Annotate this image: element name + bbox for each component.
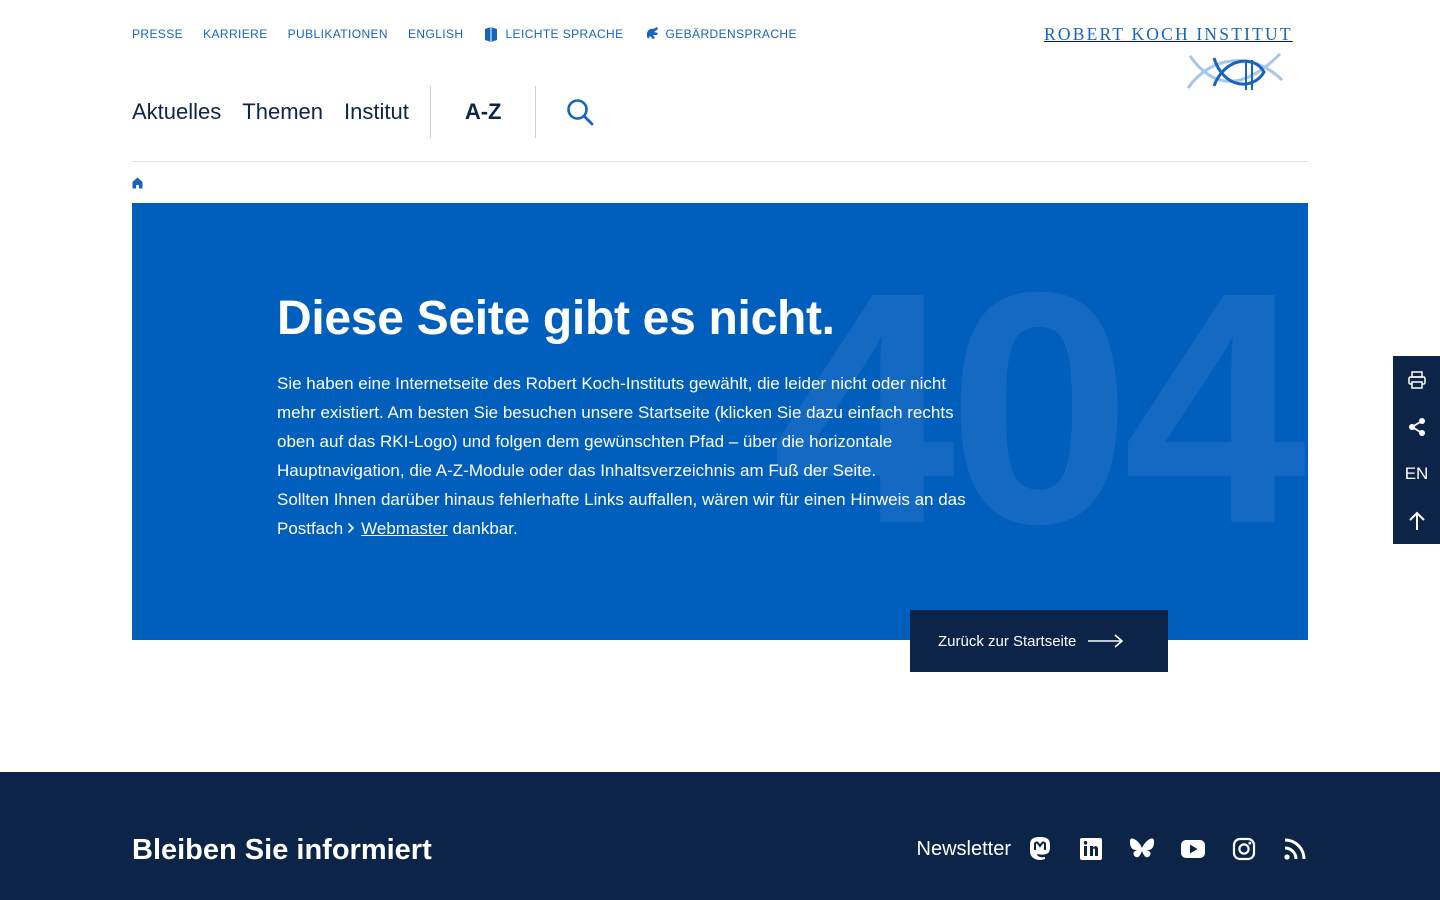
sign-language-icon bbox=[646, 27, 658, 39]
nav-item-institut[interactable]: Institut bbox=[344, 99, 409, 125]
arrow-up-icon bbox=[1408, 511, 1425, 530]
top-link-label: GEBÄRDENSPRACHE bbox=[665, 27, 797, 41]
arrow-right-icon bbox=[1088, 634, 1124, 648]
rss-link[interactable] bbox=[1282, 836, 1308, 862]
top-link-english[interactable]: ENGLISH bbox=[408, 27, 463, 41]
header-divider bbox=[132, 161, 1308, 162]
nav-divider bbox=[429, 86, 431, 138]
error-description: Sie haben eine Internetseite des Robert … bbox=[277, 369, 967, 543]
error-paragraph: Sollten Ihnen darüber hinaus fehlerhafte… bbox=[277, 485, 967, 543]
top-link-presse[interactable]: PRESSE bbox=[132, 27, 183, 41]
logo-emblem-icon bbox=[1186, 52, 1284, 90]
breadcrumb-home-link[interactable] bbox=[132, 176, 143, 193]
page-title: Diese Seite gibt es nicht. bbox=[277, 292, 835, 345]
print-button[interactable] bbox=[1393, 356, 1440, 403]
top-link-label: LEICHTE SPRACHE bbox=[505, 27, 624, 41]
instagram-icon bbox=[1232, 837, 1256, 861]
top-link-label: KARRIERE bbox=[203, 27, 268, 41]
back-to-home-button[interactable]: Zurück zur Startseite bbox=[910, 610, 1168, 672]
top-link-karriere[interactable]: KARRIERE bbox=[203, 27, 268, 41]
error-paragraph: Sie haben eine Internetseite des Robert … bbox=[277, 374, 954, 480]
top-utility-links: PRESSE KARRIERE PUBLIKATIONEN ENGLISH LE… bbox=[132, 26, 817, 42]
back-to-top-button[interactable] bbox=[1393, 497, 1440, 544]
footer-heading: Bleiben Sie informiert bbox=[132, 834, 432, 866]
search-icon bbox=[567, 99, 594, 126]
language-switch-button[interactable]: EN bbox=[1393, 450, 1440, 497]
mastodon-icon bbox=[1030, 837, 1050, 860]
side-toolbar: EN bbox=[1393, 356, 1440, 544]
error-hero: 404 Diese Seite gibt es nicht. Sie haben… bbox=[132, 203, 1308, 640]
logo-text: ROBERT KOCH INSTITUT bbox=[1044, 24, 1293, 44]
nav-divider bbox=[535, 86, 537, 138]
bluesky-icon bbox=[1129, 838, 1155, 858]
top-link-label: PRESSE bbox=[132, 27, 184, 41]
linkedin-link[interactable] bbox=[1078, 836, 1104, 862]
nav-item-aktuelles[interactable]: Aktuelles bbox=[132, 99, 221, 125]
nav-item-a-z[interactable]: A-Z bbox=[465, 99, 502, 125]
search-button[interactable] bbox=[566, 98, 594, 126]
paragraph-text: dankbar. bbox=[452, 519, 518, 538]
webmaster-link[interactable]: Webmaster bbox=[361, 519, 448, 538]
button-label: Zurück zur Startseite bbox=[938, 632, 1077, 650]
newsletter-link[interactable]: Newsletter bbox=[917, 838, 1011, 861]
linkedin-icon bbox=[1080, 838, 1102, 860]
share-icon bbox=[1408, 417, 1425, 436]
social-links: Newsletter bbox=[917, 836, 1308, 862]
rki-logo[interactable]: ROBERT KOCH INSTITUT bbox=[1044, 24, 1308, 96]
nav-item-themen[interactable]: Themen bbox=[242, 99, 323, 125]
printer-icon bbox=[1407, 370, 1426, 389]
youtube-link[interactable] bbox=[1180, 836, 1206, 862]
breadcrumb bbox=[132, 176, 143, 194]
footer: Bleiben Sie informiert Newsletter bbox=[0, 772, 1440, 900]
share-button[interactable] bbox=[1393, 403, 1440, 450]
bluesky-link[interactable] bbox=[1129, 836, 1155, 862]
home-icon bbox=[132, 177, 143, 189]
chevron-right-icon bbox=[347, 514, 355, 543]
youtube-icon bbox=[1181, 840, 1205, 858]
top-link-label: ENGLISH bbox=[408, 27, 464, 41]
main-navigation: Aktuelles Themen Institut A-Z bbox=[132, 86, 594, 138]
rss-icon bbox=[1284, 838, 1306, 860]
mastodon-link[interactable] bbox=[1027, 836, 1053, 862]
instagram-link[interactable] bbox=[1231, 836, 1257, 862]
top-link-publikationen[interactable]: PUBLIKATIONEN bbox=[288, 27, 388, 41]
top-link-leichte-sprache[interactable]: LEICHTE SPRACHE bbox=[483, 26, 623, 42]
book-icon bbox=[485, 27, 498, 42]
top-link-gebaerdensprache[interactable]: GEBÄRDENSPRACHE bbox=[644, 26, 797, 42]
top-link-label: PUBLIKATIONEN bbox=[287, 27, 388, 41]
